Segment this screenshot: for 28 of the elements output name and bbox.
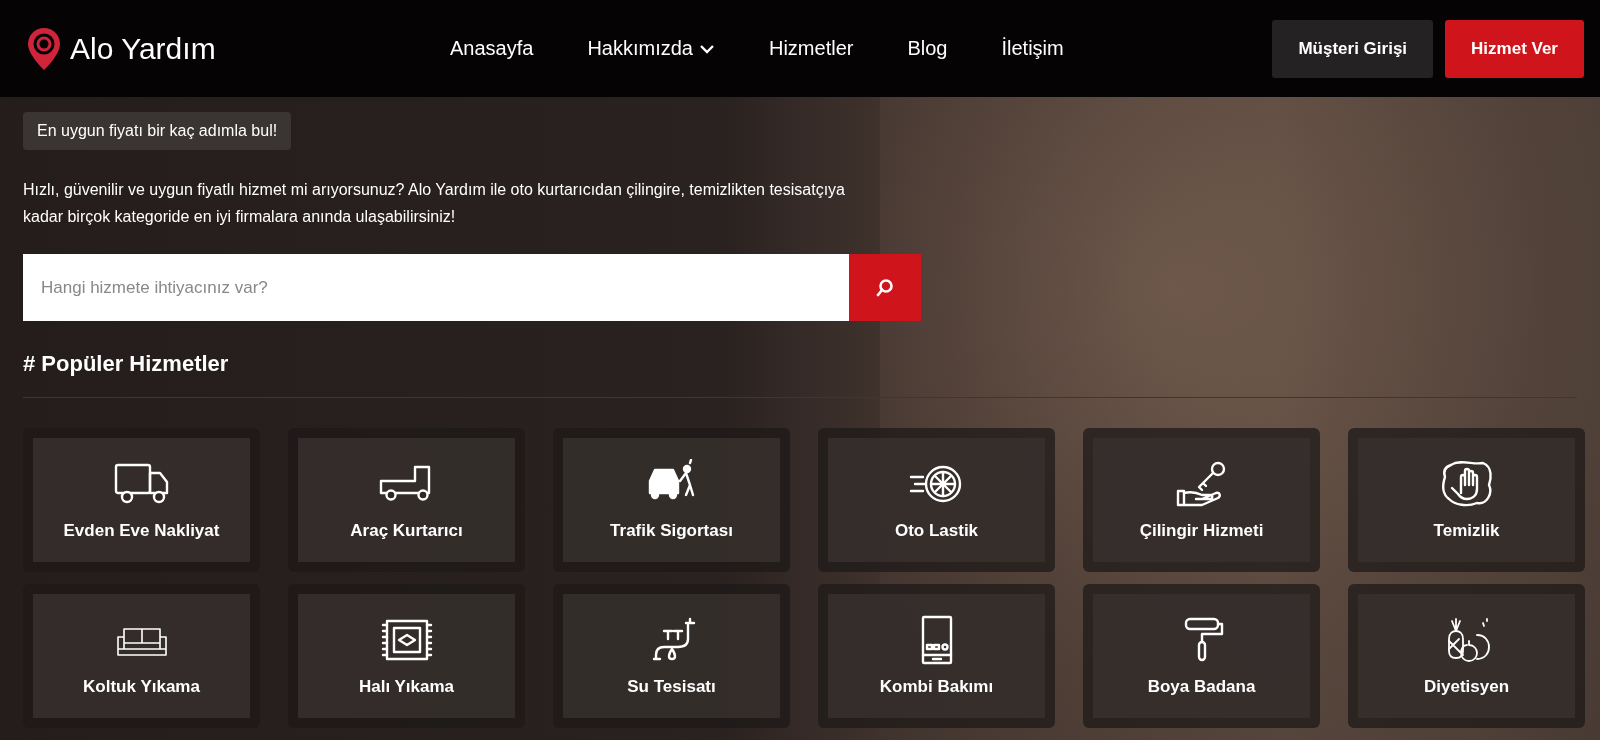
nav-link[interactable]: Hizmetler	[769, 37, 854, 60]
service-card[interactable]: Koltuk Yıkama	[33, 594, 250, 718]
service-card[interactable]: Araç Kurtarıcı	[298, 438, 515, 562]
search-button[interactable]	[849, 254, 921, 321]
section-heading: # Popüler Hizmetler	[23, 351, 230, 377]
nav-link[interactable]: Anasayfa	[450, 37, 534, 60]
logo-text[interactable]: Alo Yardım	[70, 31, 216, 66]
service-card[interactable]: Evden Eve Nakliyat	[33, 438, 250, 562]
chevron-down-icon	[699, 43, 715, 54]
service-card[interactable]: Temizlik	[1358, 438, 1575, 562]
nav-link[interactable]: İletişim	[1001, 37, 1064, 60]
login-button[interactable]: Müşteri Girişi	[1272, 19, 1434, 78]
service-card[interactable]: Trafik Sigortası	[563, 438, 780, 562]
intro-text: Hızlı, güvenilir ve uygun fiyatlı hizmet mi arıyorsunuz? Alo Yardım ile oto kurtarıcıdan çilingire, temizlikten tesisatçıya kadar birçok kategoride en iyi firmalara anında ulaşabilirsiniz!	[23, 180, 846, 227]
search-icon	[875, 277, 895, 298]
service-card[interactable]: Oto Lastik	[828, 438, 1045, 562]
service-card[interactable]: Kombi Bakımı	[828, 594, 1045, 718]
service-card[interactable]: Diyetisyen	[1358, 594, 1575, 718]
nav-link[interactable]: Blog	[907, 37, 948, 60]
service-card[interactable]: Halı Yıkama	[298, 594, 515, 718]
location-pin-icon	[26, 25, 62, 72]
search-field[interactable]: Hangi hizmete ihtiyacınız var?	[23, 254, 849, 321]
service-card[interactable]: Su Tesisatı	[563, 594, 780, 718]
nav-link[interactable]: Hakkımızda	[587, 37, 715, 60]
tagline-badge: En uygun fiyatı bir kaç adımla bul!	[23, 112, 292, 150]
service-card[interactable]: Çilingir Hizmeti	[1093, 438, 1310, 562]
offer-service-button[interactable]: Hizmet Ver	[1445, 19, 1584, 78]
service-card[interactable]: Boya Badana	[1093, 594, 1310, 718]
